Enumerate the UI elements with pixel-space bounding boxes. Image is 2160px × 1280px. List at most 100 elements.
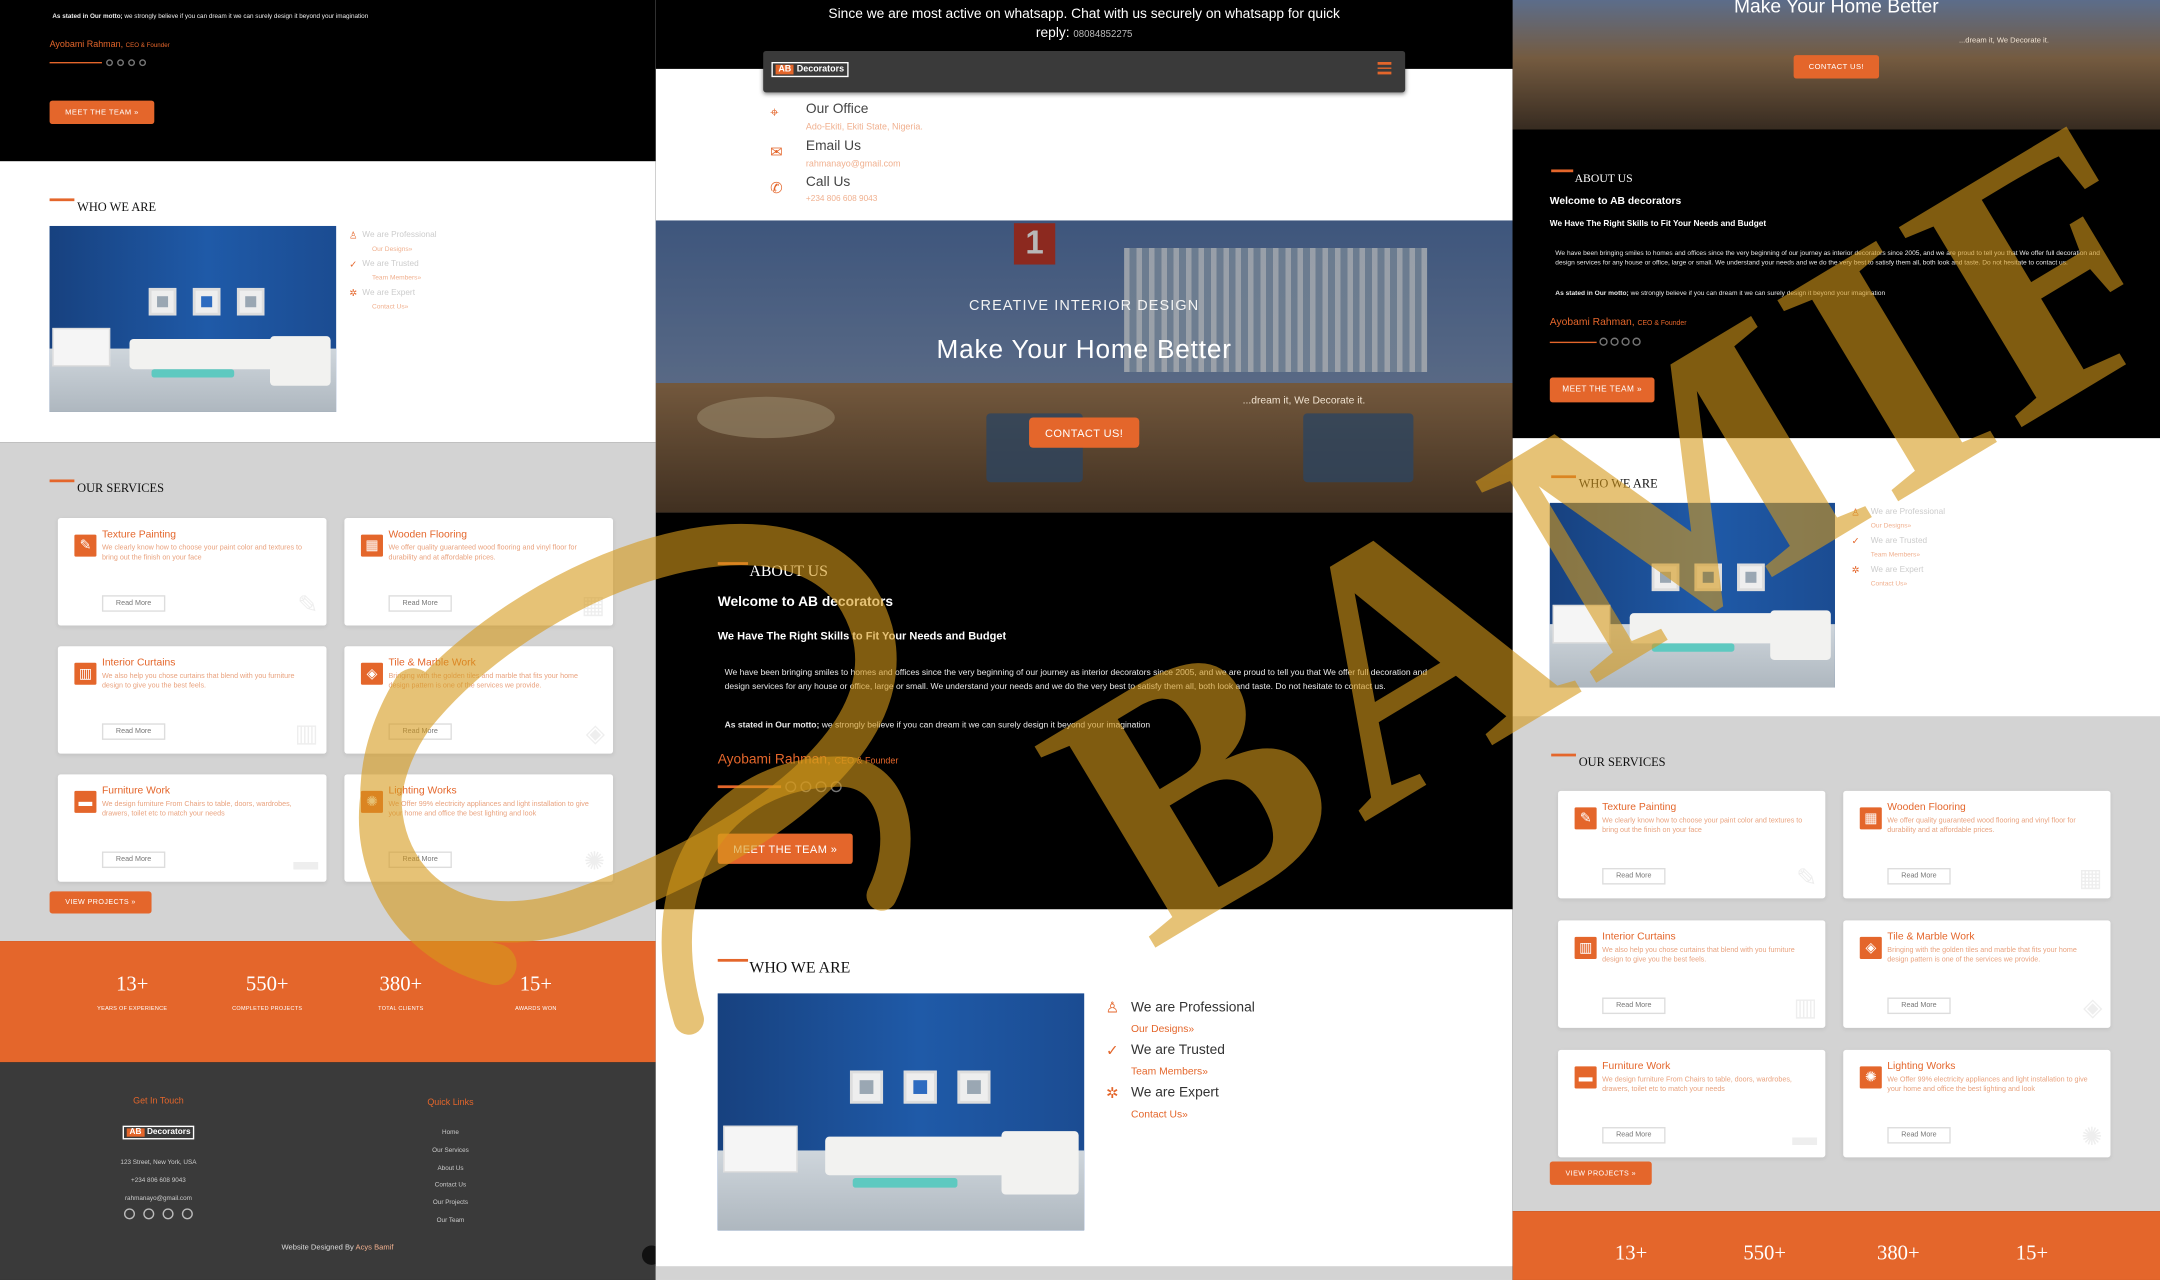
read-more-button[interactable]: Read More: [1887, 1127, 1951, 1144]
our-designs-link[interactable]: Our Designs»: [1871, 524, 1945, 531]
footer-link-about[interactable]: About Us: [375, 1160, 527, 1178]
founder: Ayobami Rahman, CEO & Founder: [50, 40, 170, 50]
card-watermark-icon: ✎: [297, 591, 319, 619]
social-icon[interactable]: [800, 781, 812, 793]
composite-mockup: As stated in Our motto; we strongly beli…: [0, 0, 2160, 1280]
service-description: We also help you chose curtains that ble…: [1602, 946, 1795, 965]
stat-projects: 550+ COMPLETED PROJECTS: [232, 974, 303, 1012]
view-projects-button[interactable]: VIEW PROJECTS »: [1549, 1161, 1652, 1185]
read-more-button[interactable]: Read More: [388, 851, 452, 869]
footer-social: [123, 1208, 193, 1220]
office-title: Our Office: [805, 101, 869, 118]
social-dots: [49, 59, 147, 67]
who-item: ✲ We are Expert: [1094, 1084, 1255, 1103]
social-icon[interactable]: [106, 59, 113, 67]
contact-us-button[interactable]: CONTACT US!: [1793, 55, 1880, 79]
meet-team-button[interactable]: MEET THE TEAM »: [717, 833, 853, 864]
read-more-button[interactable]: Read More: [1887, 997, 1951, 1015]
view-projects-button[interactable]: VIEW PROJECTS »: [49, 891, 152, 914]
email-value[interactable]: rahmanayo@gmail.com: [806, 160, 901, 170]
email-title: Email Us: [805, 139, 862, 155]
service-title: Tile & Marble Work: [1887, 930, 1975, 943]
read-more-button[interactable]: Read More: [1887, 868, 1951, 885]
social-icon[interactable]: [128, 59, 136, 67]
nav-logo[interactable]: AB Decorators: [771, 62, 849, 78]
social-icon[interactable]: [785, 781, 797, 793]
card-watermark-icon: ▬: [293, 847, 319, 875]
motto-line: As stated in Our motto; we strongly beli…: [725, 721, 1441, 731]
medal-icon: ♙: [1105, 1000, 1120, 1017]
brush-icon: ✎: [1574, 807, 1597, 830]
our-designs-link[interactable]: Our Designs»: [1131, 1022, 1255, 1034]
social-icon[interactable]: [117, 59, 124, 67]
read-more-button[interactable]: Read More: [101, 723, 166, 740]
call-value[interactable]: +234 806 608 9043: [806, 196, 877, 204]
stat-clients: 380+ TOTAL CLIENTS: [378, 974, 424, 1012]
footer-logo[interactable]: AB Decorators: [122, 1125, 195, 1140]
service-card: ▦ Wooden Flooring We offer quality guarant…: [1843, 790, 2111, 899]
social-icon[interactable]: [1621, 337, 1630, 346]
about-title: ABOUT US: [1551, 169, 1633, 185]
hamburger-icon[interactable]: [1377, 61, 1392, 75]
founder: Ayobami Rahman, CEO & Founder: [1550, 316, 1687, 328]
who-title: WHO WE ARE: [717, 958, 850, 977]
whatsapp-number[interactable]: 08084852275: [1073, 30, 1132, 40]
contact-us-button[interactable]: CONTACT US!: [1029, 417, 1140, 448]
living-room-image: [1549, 502, 1835, 688]
contact-us-link[interactable]: Contact Us»: [372, 304, 437, 311]
social-icon[interactable]: [1632, 337, 1641, 346]
team-members-link[interactable]: Team Members»: [372, 276, 437, 283]
social-icon[interactable]: [1610, 337, 1619, 346]
gear-icon: ✲: [1106, 1085, 1119, 1103]
social-icon[interactable]: [143, 1208, 155, 1220]
our-designs-link[interactable]: Our Designs»: [372, 247, 437, 254]
meet-team-button[interactable]: MEET THE TEAM »: [1549, 377, 1655, 403]
team-members-link[interactable]: Team Members»: [1871, 552, 1945, 559]
footer-link-team[interactable]: Our Team: [375, 1212, 527, 1230]
motto-label: As stated in Our motto;: [1555, 290, 1629, 298]
read-more-button[interactable]: Read More: [1602, 1127, 1666, 1144]
social-icon[interactable]: [815, 781, 827, 793]
footer-link-services[interactable]: Our Services: [375, 1142, 527, 1160]
card-watermark-icon: ✺: [2081, 1122, 2103, 1151]
read-more-button[interactable]: Read More: [101, 851, 166, 869]
read-more-button[interactable]: Read More: [101, 595, 166, 612]
footer-phone: +234 806 608 9043: [131, 1176, 186, 1184]
footer-link-home[interactable]: Home: [375, 1124, 527, 1142]
social-icon[interactable]: [123, 1208, 136, 1220]
social-icon[interactable]: [181, 1208, 193, 1220]
credit-name[interactable]: Acys Bamif: [356, 1244, 394, 1252]
card-watermark-icon: ◈: [2083, 993, 2103, 1021]
sofa-icon: ▬: [74, 790, 97, 813]
about-subtitle: We Have The Right Skills to Fit Your Nee…: [717, 629, 1007, 643]
back-to-top-button[interactable]: [641, 1245, 656, 1265]
living-room-image: [49, 225, 337, 412]
contact-us-link[interactable]: Contact Us»: [1871, 581, 1945, 588]
read-more-button[interactable]: Read More: [388, 595, 452, 612]
read-more-button[interactable]: Read More: [1602, 997, 1666, 1015]
social-icon[interactable]: [139, 59, 147, 67]
team-members-link[interactable]: Team Members»: [1131, 1065, 1255, 1077]
who-item: ✓ We are Trusted: [1094, 1042, 1255, 1060]
about-body: We have been bringing smiles to homes an…: [1555, 250, 2100, 268]
contact-us-link[interactable]: Contact Us»: [1131, 1108, 1255, 1120]
social-icon[interactable]: [162, 1208, 174, 1220]
social-icon[interactable]: [1599, 337, 1608, 346]
footer-link-projects[interactable]: Our Projects: [375, 1195, 527, 1213]
social-icon[interactable]: [830, 781, 842, 793]
read-more-button[interactable]: Read More: [1602, 868, 1666, 885]
phone-icon: ✆: [770, 180, 783, 198]
check-circle-icon: ✓: [1851, 537, 1860, 547]
tile-icon: ◈: [360, 662, 383, 685]
read-more-button[interactable]: Read More: [388, 723, 452, 740]
card-watermark-icon: ✎: [1796, 863, 1818, 892]
service-description: Bringing with the golden tiles and marbl…: [388, 672, 578, 691]
footer-link-contact[interactable]: Contact Us: [375, 1177, 527, 1195]
about-welcome: Welcome to AB decorators: [717, 595, 894, 611]
founder-name: Ayobami Rahman,: [1549, 315, 1635, 328]
founder: Ayobami Rahman, CEO & Founder: [718, 752, 899, 767]
service-card: ✎ Texture Painting We clearly know how to …: [57, 518, 327, 626]
meet-team-button[interactable]: MEET THE TEAM »: [49, 100, 155, 125]
service-description: We design furniture From Chairs to table…: [101, 800, 292, 819]
about-section: ABOUT US Welcome to AB decorators We Hav…: [1512, 129, 2160, 439]
